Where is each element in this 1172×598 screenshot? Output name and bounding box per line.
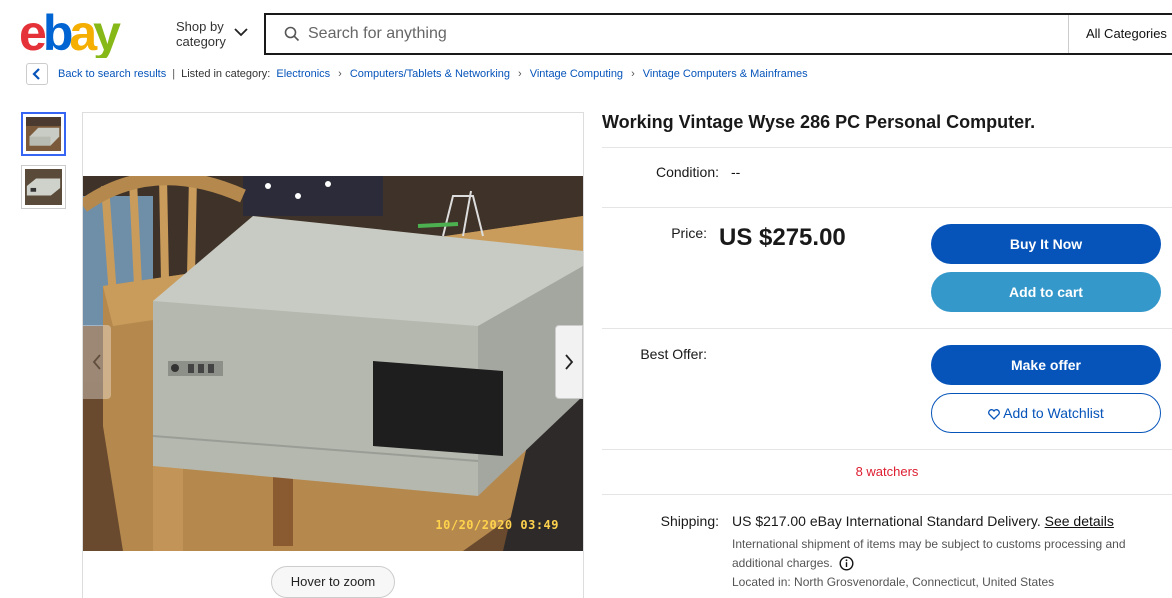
make-offer-button[interactable]: Make offer [931, 345, 1161, 385]
condition-value: -- [731, 164, 741, 180]
next-image-button[interactable] [555, 325, 583, 399]
breadcrumb-item-electronics[interactable]: Electronics [276, 68, 330, 80]
breadcrumb-divider: | [172, 68, 176, 80]
breadcrumb: Back to search results | Listed in categ… [26, 62, 808, 86]
shop-by-line2: category [176, 34, 226, 49]
shipping-info: US $217.00 eBay International Standard D… [732, 513, 1114, 529]
chevron-down-icon [234, 28, 248, 37]
back-button[interactable] [26, 63, 48, 85]
divider [602, 207, 1172, 208]
search-icon [284, 26, 300, 42]
back-arrow-icon [32, 68, 40, 80]
info-icon[interactable] [839, 556, 854, 571]
search-input[interactable] [308, 23, 1028, 45]
category-select[interactable]: All Categories [1068, 15, 1172, 53]
shipping-price-text: US $217.00 eBay International Standard D… [732, 513, 1041, 529]
see-details-link[interactable]: See details [1045, 513, 1114, 529]
best-offer-label: Best Offer: [640, 346, 707, 362]
customs-note-text: International shipment of items may be s… [732, 537, 1126, 570]
ebay-logo[interactable]: ebay [19, 10, 139, 58]
watchers-count: 8 watchers [855, 464, 919, 479]
shipping-note: International shipment of items may be s… [732, 535, 1152, 573]
divider [602, 147, 1172, 148]
product-photo [83, 176, 583, 551]
thumbnail-1[interactable] [21, 112, 66, 156]
chevron-right-icon: › [631, 68, 635, 80]
thumbnail-2[interactable] [21, 165, 66, 209]
item-location: Located in: North Grosvenordale, Connect… [732, 575, 1055, 589]
listing-title: Working Vintage Wyse 286 PC Personal Com… [602, 112, 1036, 132]
price-value: US $275.00 [719, 224, 846, 251]
back-to-search-link[interactable]: Back to search results [58, 68, 166, 80]
breadcrumb-item-vintage-computing[interactable]: Vintage Computing [530, 68, 623, 80]
chevron-right-icon [565, 354, 574, 370]
image-viewer[interactable]: 10/20/2020 03:49 Hover to zoom [82, 112, 584, 598]
hover-to-zoom-button[interactable]: Hover to zoom [271, 566, 395, 598]
chevron-left-icon [92, 354, 101, 370]
listed-in-label: Listed in category: [181, 68, 271, 80]
shipping-label: Shipping: [660, 513, 719, 529]
shop-by-category-button[interactable]: Shop by category [176, 19, 248, 49]
buy-it-now-button[interactable]: Buy It Now [931, 224, 1161, 264]
previous-image-button[interactable] [83, 325, 111, 399]
shop-by-line1: Shop by [176, 19, 224, 34]
add-to-watchlist-label: Add to Watchlist [1003, 405, 1104, 421]
photo-timestamp: 10/20/2020 03:49 [435, 518, 559, 532]
divider [602, 328, 1172, 329]
chevron-right-icon: › [338, 68, 342, 80]
condition-label: Condition: [655, 164, 719, 180]
divider [602, 449, 1172, 450]
price-label: Price: [671, 225, 707, 241]
add-to-cart-button[interactable]: Add to cart [931, 272, 1161, 312]
thumbnail-image [26, 117, 61, 151]
breadcrumb-item-vintage-mainframes[interactable]: Vintage Computers & Mainframes [643, 68, 808, 80]
svg-text:ebay: ebay [19, 10, 121, 58]
divider [602, 494, 1172, 495]
breadcrumb-item-computers[interactable]: Computers/Tablets & Networking [350, 68, 510, 80]
thumbnail-image [25, 169, 62, 205]
add-to-watchlist-button[interactable]: Add to Watchlist [931, 393, 1161, 433]
chevron-right-icon: › [518, 68, 522, 80]
heart-icon [988, 408, 1001, 420]
search-bar: All Categories [264, 13, 1172, 55]
